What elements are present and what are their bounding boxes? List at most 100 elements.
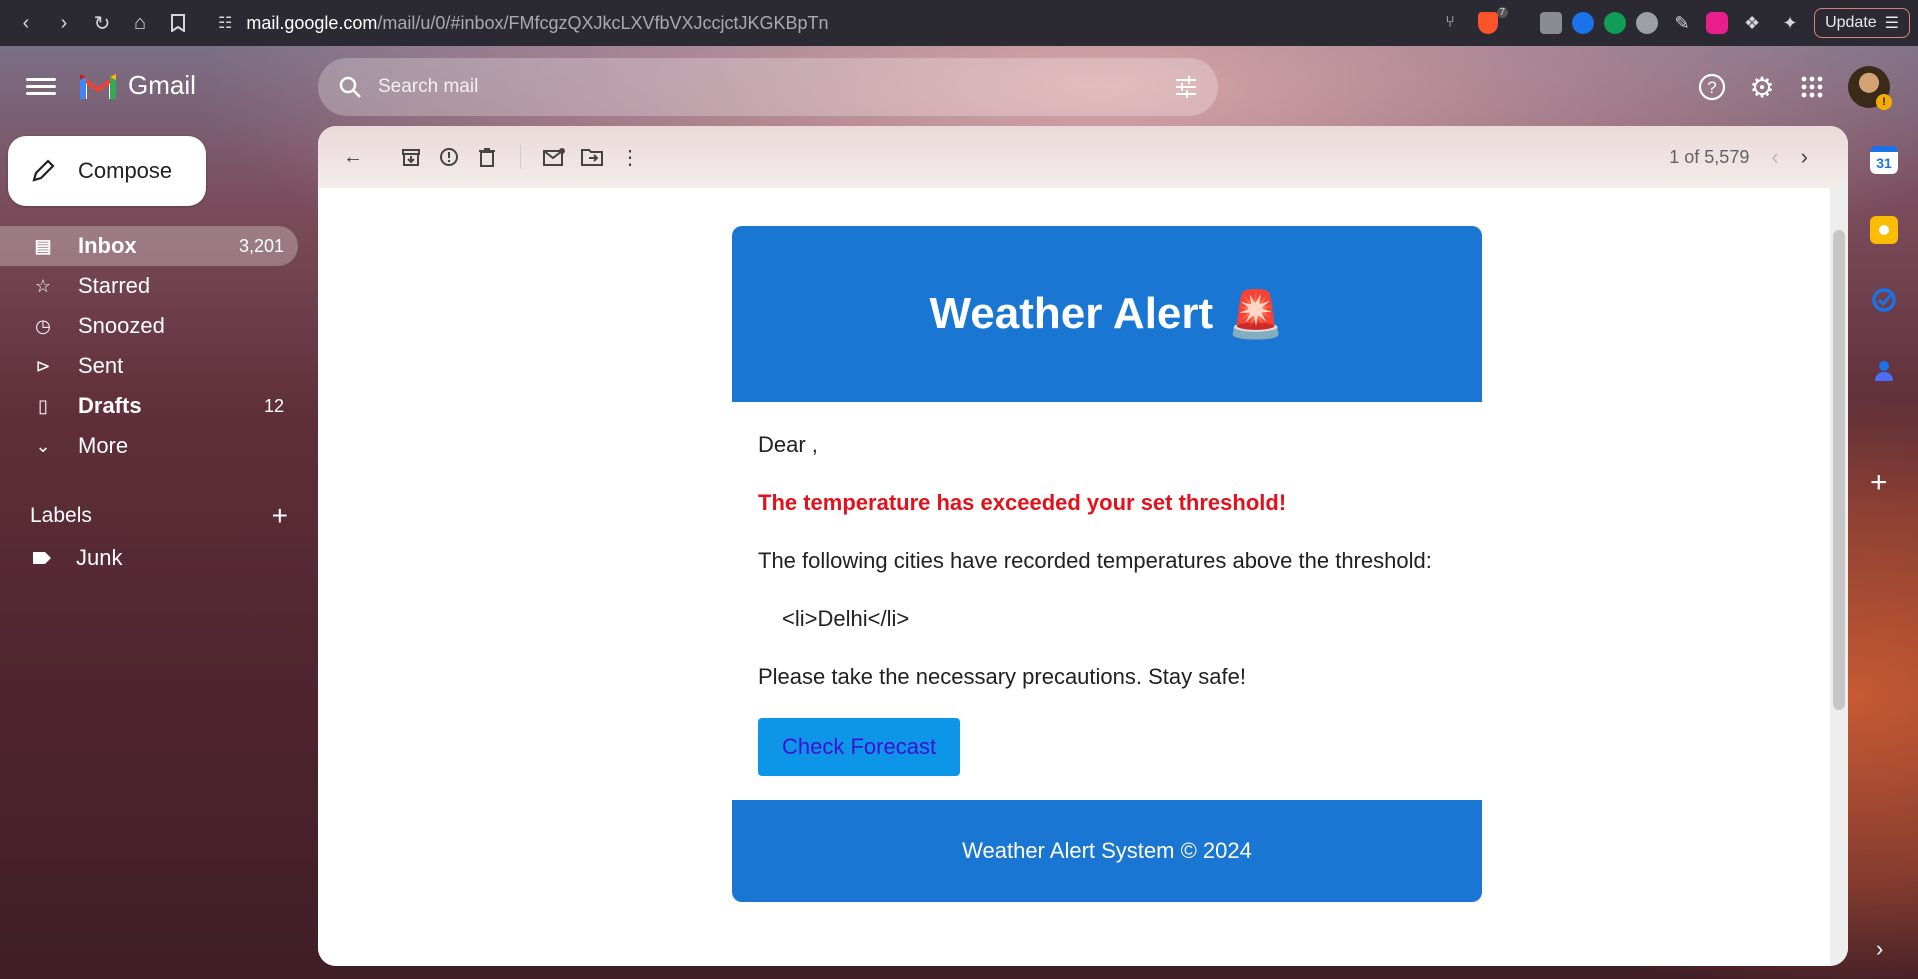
archive-icon[interactable] [392,138,430,176]
newer-chevron-icon[interactable]: ‹ [1771,144,1778,170]
siren-icon: 🚨 [1227,287,1285,340]
extensions-puzzle-icon[interactable]: ❖ [1738,9,1766,37]
brave-badge: 7 [1496,7,1509,18]
older-chevron-icon[interactable]: › [1801,144,1808,170]
inbox-count: 3,201 [238,235,284,256]
email-footer: Weather Alert System © 2024 [732,800,1482,902]
home-icon[interactable]: ⌂ [126,9,154,37]
search-options-icon[interactable] [1174,76,1198,98]
share-icon[interactable]: ⑂ [1436,9,1464,37]
bookmark-icon[interactable] [164,9,192,37]
sidebar-item-label: Starred [78,273,151,298]
sidebar-item-label: Snoozed [78,313,165,338]
compose-button[interactable]: Compose [8,136,206,206]
back-icon[interactable]: ‹ [12,9,40,37]
sidebar-item-snoozed[interactable]: ◷ Snoozed [0,306,298,346]
help-icon[interactable]: ? [1698,73,1726,101]
check-forecast-button[interactable]: Check Forecast [758,718,961,776]
labels-header: Labels + [30,500,288,532]
address-bar[interactable]: ☷ mail.google.com/mail/u/0/#inbox/FMfcgz… [218,13,829,34]
move-to-icon[interactable] [573,138,611,176]
sidebar-item-sent[interactable]: ⊳ Sent [0,346,298,386]
clock-icon: ◷ [35,315,51,336]
side-panel-rail: 31 [1866,146,1902,384]
star-icon: ☆ [34,275,52,296]
toolbar-divider [520,145,521,169]
calendar-day: 31 [1876,155,1892,171]
email-title: Weather Alert [929,289,1214,338]
compose-label: Compose [78,158,173,183]
drafts-count: 12 [263,395,284,416]
pager: 1 of 5,579 ‹ › [1669,126,1808,188]
email-city-line: <li>Delhi</li> [782,606,910,631]
mark-unread-icon[interactable] [535,138,573,176]
message-content: Weather Alert 🚨 Dear , The temperature h… [318,188,1828,966]
sidebar-item-junk[interactable]: Junk [32,545,122,571]
get-addons-icon[interactable]: + [1870,466,1888,500]
search-icon[interactable] [338,75,362,99]
chevron-down-icon: ⌄ [35,435,51,456]
expand-panel-icon[interactable]: › [1876,936,1883,962]
message-toolbar: ← ⋮ 1 of 5,579 ‹ › [318,126,1848,188]
draft-icon: ▯ [38,395,48,416]
account-avatar[interactable]: ! [1848,66,1892,110]
url-host: mail.google.com [246,12,378,33]
report-spam-icon[interactable] [430,138,468,176]
hamburger-icon: ☰ [1884,15,1899,32]
sidebar-item-label: Inbox [78,233,137,258]
search-input[interactable]: Search mail [378,76,1174,98]
email-alert-line: The temperature has exceeded your set th… [758,490,1287,515]
keep-icon[interactable] [1870,216,1898,244]
email-closing-line: Please take the necessary precautions. S… [758,664,1246,689]
sidebar-item-label: More [78,433,129,458]
email-card: Weather Alert 🚨 Dear , The temperature h… [732,226,1482,902]
gmail-m-icon [79,73,117,99]
apps-grid-icon[interactable] [1798,73,1826,101]
more-options-icon[interactable]: ⋮ [611,138,649,176]
scrollbar-thumb[interactable] [1833,230,1845,710]
settings-gear-icon[interactable]: ⚙ [1748,72,1776,103]
main-menu-icon[interactable] [26,74,56,98]
gmail-logo[interactable]: Gmail [78,70,196,101]
forward-icon[interactable]: › [50,9,78,37]
sidebar-item-starred[interactable]: ☆ Starred [0,266,298,306]
delete-icon[interactable] [468,138,506,176]
email-intro-line: The following cities have recorded tempe… [758,548,1432,573]
tasks-icon[interactable] [1870,286,1898,314]
message-panel: ← ⋮ 1 of 5,579 ‹ › Weather Alert 🚨 Dear … [318,126,1848,966]
gmail-wordmark: Gmail [128,70,196,100]
update-label: Update [1825,14,1877,31]
sidebar-item-label: Junk [76,545,123,570]
site-settings-icon[interactable]: ☷ [218,13,232,33]
calendar-icon[interactable]: 31 [1870,146,1898,174]
email-greeting: Dear , [758,432,818,457]
add-label-icon[interactable]: + [272,500,288,532]
reload-icon[interactable]: ↻ [88,9,116,37]
extension-bar: ⑂ 7 ✎ ❖ ✦ Update ☰ [1436,0,1918,46]
browser-toolbar: ‹ › ↻ ⌂ ☷ mail.google.com/mail/u/0/#inbo… [0,0,1918,46]
pencil-icon [32,159,55,182]
extension-compass-icon[interactable] [1636,12,1659,34]
inbox-icon: ▤ [34,235,52,256]
sidebar-item-label: Sent [78,353,124,378]
extension-cap-icon[interactable] [1540,12,1563,34]
extension-cross-icon[interactable] [1572,12,1595,34]
sidebar-item-inbox[interactable]: ▤ Inbox 3,201 [0,226,298,266]
label-icon [33,552,51,564]
extension-cart-icon[interactable] [1604,12,1627,34]
update-button[interactable]: Update ☰ [1814,8,1910,38]
account-warning-icon: ! [1876,94,1892,110]
search-bar[interactable]: Search mail [318,58,1218,116]
extension-record-icon[interactable] [1706,12,1729,34]
labels-heading: Labels [30,504,92,527]
header-actions: ? ⚙ ! [1698,66,1892,110]
url-path: /mail/u/0/#inbox/FMfcgzQXJkcLXVfbVXJccjc… [377,12,829,33]
pager-text: 1 of 5,579 [1669,146,1750,167]
sidebar-item-drafts[interactable]: ▯ Drafts 12 [0,386,298,426]
extension-dropper-icon[interactable]: ✎ [1668,9,1696,37]
back-to-inbox-icon[interactable]: ← [334,138,372,176]
contacts-icon[interactable] [1870,356,1898,384]
sidebar-item-more[interactable]: ⌄ More [0,426,298,466]
brave-shields-icon[interactable]: 7 [1474,7,1509,37]
sparkle-icon[interactable]: ✦ [1776,9,1804,37]
